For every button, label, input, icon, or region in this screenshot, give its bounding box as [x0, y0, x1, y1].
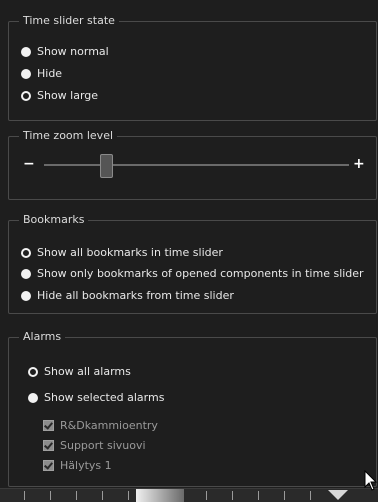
radio-show-all-alarms[interactable]: Show all alarms	[28, 365, 131, 378]
radio-show-all-bookmarks[interactable]: Show all bookmarks in time slider	[21, 246, 223, 259]
checkbox-icon	[43, 420, 54, 431]
mouse-cursor-icon	[364, 470, 378, 491]
radio-icon	[21, 90, 31, 101]
zoom-slider-track[interactable]	[44, 164, 349, 166]
radio-hide-all-bookmarks[interactable]: Hide all bookmarks from time slider	[21, 289, 234, 302]
radio-icon	[28, 366, 38, 377]
time-zoom-level-title: Time zoom level	[19, 129, 118, 143]
timeline-tick	[258, 491, 259, 500]
time-zoom-level-group: Time zoom level − +	[8, 129, 377, 200]
zoom-out-icon[interactable]: −	[23, 157, 35, 171]
time-slider-state-group: Time slider state Show normal Hide Show …	[8, 14, 377, 121]
time-slider-state-title: Time slider state	[19, 14, 119, 28]
radio-label: Show normal	[37, 45, 109, 58]
radio-icon	[21, 290, 31, 301]
timeline-tick	[206, 491, 207, 500]
radio-label: Hide all bookmarks from time slider	[37, 289, 234, 302]
bookmarks-title: Bookmarks	[19, 213, 89, 227]
timeline-tick	[232, 491, 233, 500]
radio-show-opened-bookmarks[interactable]: Show only bookmarks of opened components…	[21, 267, 364, 280]
alarm-item-label: Hälytys 1	[60, 459, 112, 472]
alarm-item-label: R&Dkammioentry	[60, 419, 158, 432]
timeline-tick	[76, 491, 77, 500]
radio-show-large[interactable]: Show large	[21, 89, 98, 102]
timeline-tick	[24, 491, 25, 500]
timeline-tick	[50, 491, 51, 500]
alarm-item-halytys-1[interactable]: Hälytys 1	[43, 459, 112, 472]
radio-label: Show selected alarms	[44, 391, 165, 404]
radio-label: Show all bookmarks in time slider	[37, 246, 223, 259]
radio-icon	[28, 392, 38, 403]
time-slider-strip[interactable]	[0, 488, 378, 502]
radio-label: Show only bookmarks of opened components…	[37, 267, 364, 280]
timeline-current-range	[136, 489, 184, 502]
alarm-item-label: Support sivuovi	[60, 439, 146, 452]
radio-label: Show large	[37, 89, 99, 102]
alarm-item-rd-kammio[interactable]: R&Dkammioentry	[43, 419, 158, 432]
radio-icon	[21, 268, 31, 279]
zoom-in-icon[interactable]: +	[353, 157, 365, 171]
timeline-marker-icon[interactable]	[328, 490, 348, 500]
checkbox-icon	[43, 460, 54, 471]
checkbox-icon	[43, 440, 54, 451]
radio-icon	[21, 46, 31, 57]
alarms-group: Alarms Show all alarms Show selected ala…	[8, 330, 377, 487]
radio-hide[interactable]: Hide	[21, 67, 62, 80]
bookmarks-group: Bookmarks Show all bookmarks in time sli…	[8, 213, 377, 314]
radio-label: Show all alarms	[44, 365, 131, 378]
radio-show-selected-alarms[interactable]: Show selected alarms	[28, 391, 164, 404]
alarms-title: Alarms	[19, 330, 66, 344]
radio-icon	[21, 68, 31, 79]
zoom-slider-thumb[interactable]	[99, 154, 113, 178]
radio-show-normal[interactable]: Show normal	[21, 45, 109, 58]
radio-icon	[21, 247, 31, 258]
alarm-item-support-sivuovi[interactable]: Support sivuovi	[43, 439, 146, 452]
timeline-tick	[128, 491, 129, 500]
timeline-tick	[310, 491, 311, 500]
radio-label: Hide	[37, 67, 63, 80]
timeline-tick	[102, 491, 103, 500]
timeline-tick	[284, 491, 285, 500]
